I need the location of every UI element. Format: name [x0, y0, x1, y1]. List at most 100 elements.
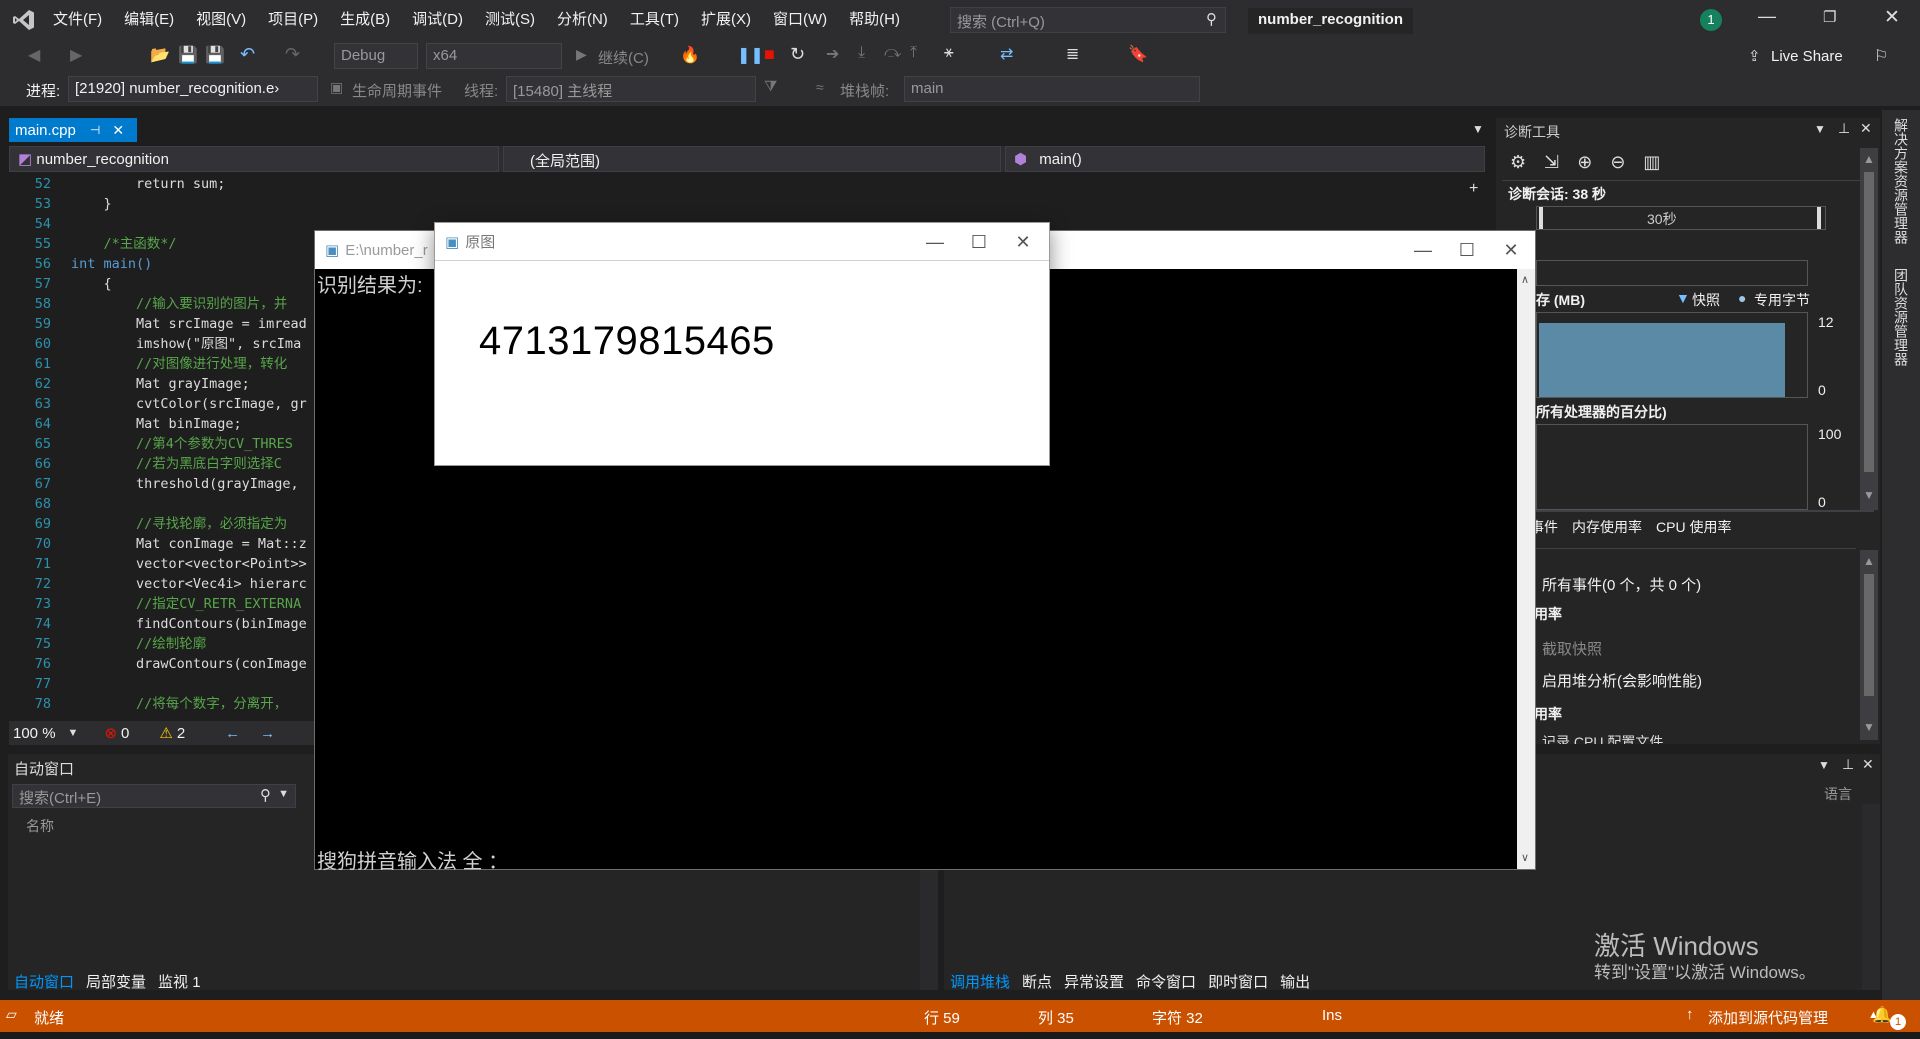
code-line[interactable]: 65 //第4个参数为CV_THRES — [9, 434, 315, 454]
tab-main-cpp[interactable]: main.cpp ⊣ ✕ — [9, 118, 137, 142]
show-next-statement-icon[interactable]: ➔ — [826, 44, 839, 64]
redo-icon[interactable]: ↷ — [285, 44, 300, 65]
tab-command-window[interactable]: 命令窗口 — [1130, 971, 1202, 992]
events-scrollbar[interactable]: ▲ ▼ — [1860, 550, 1878, 740]
search-options-icon[interactable]: ▼ — [278, 788, 289, 800]
code-line[interactable]: 67 threshold(grayImage, — [9, 474, 315, 494]
panel-close-icon[interactable]: ✕ — [1860, 120, 1872, 137]
open-file-icon[interactable]: 📂 — [150, 45, 170, 65]
configuration-select[interactable]: Debug — [334, 43, 418, 69]
notification-badge[interactable]: 1 — [1700, 9, 1722, 31]
console-scrollbar[interactable]: ∧ ∨ — [1517, 269, 1535, 869]
hot-reload-icon[interactable]: 🔥 — [680, 45, 700, 65]
menu-extensions[interactable]: 扩展(X) — [690, 0, 762, 40]
menu-help[interactable]: 帮助(H) — [838, 0, 911, 40]
tab-memory-usage[interactable]: 内存使用率 — [1572, 517, 1642, 537]
tab-call-stack[interactable]: 调用堆栈 — [944, 971, 1016, 992]
forward-icon[interactable]: ▶ — [70, 45, 82, 65]
process-select[interactable]: [21920] number_recognition.e› — [68, 76, 318, 102]
code-line[interactable]: 61 //对图像进行处理，转化 — [9, 354, 315, 374]
code-line[interactable]: 72 vector<Vec4i> hierarc — [9, 574, 315, 594]
panel-close-icon[interactable]: ✕ — [1862, 756, 1874, 773]
menu-debug[interactable]: 调试(D) — [401, 0, 474, 40]
tab-breakpoints[interactable]: 断点 — [1016, 971, 1058, 992]
tab-output[interactable]: 输出 — [1274, 971, 1316, 992]
code-line[interactable]: 62 Mat grayImage; — [9, 374, 315, 394]
zoom-dropdown-icon[interactable]: ▼ — [68, 727, 79, 739]
diagnostics-scrollbar[interactable]: ▲ ▼ — [1860, 148, 1878, 510]
continue-icon[interactable]: ▶ — [576, 46, 587, 63]
zoom-in-icon[interactable]: ⊕ — [1577, 152, 1592, 173]
code-line[interactable]: 53 } — [9, 194, 315, 214]
code-line[interactable]: 74 findContours(binImage — [9, 614, 315, 634]
lifecycle-events-button[interactable]: 生命周期事件 — [352, 80, 442, 101]
console-close-icon[interactable]: ✕ — [1483, 231, 1539, 269]
restore-icon[interactable]: ❐ — [1823, 8, 1836, 26]
code-line[interactable]: 76 drawContours(conImage — [9, 654, 315, 674]
panel-pin-icon[interactable]: ⊥ — [1838, 120, 1850, 137]
hex-display-icon[interactable]: ⚹ — [944, 44, 954, 62]
pin-icon[interactable]: ⊣ — [90, 123, 100, 137]
menu-test[interactable]: 测试(S) — [474, 0, 546, 40]
tab-autos[interactable]: 自动窗口 — [8, 971, 80, 992]
timeline-ruler[interactable]: 30秒 — [1536, 206, 1826, 230]
code-line[interactable]: 69 //寻找轮廓，必须指定为 — [9, 514, 315, 534]
scroll-down-icon[interactable]: ∨ — [1521, 851, 1529, 864]
timeline-end-handle[interactable] — [1817, 207, 1821, 229]
bookmark-icon[interactable]: 🔖 — [1128, 44, 1148, 64]
error-count[interactable]: 0 — [121, 725, 129, 742]
visual-studio-logo-icon[interactable] — [12, 8, 36, 32]
code-line[interactable]: 63 cvtColor(srcImage, gr — [9, 394, 315, 414]
code-line[interactable]: 71 vector<vector<Point>> — [9, 554, 315, 574]
take-snapshot-button[interactable]: 截取快照 — [1542, 638, 1602, 659]
tab-exception-settings[interactable]: 异常设置 — [1058, 971, 1130, 992]
panel-pin-icon[interactable]: ⊥ — [1842, 756, 1854, 773]
step-out-icon[interactable]: ⤒ — [910, 44, 917, 62]
call-stack-scrollbar[interactable] — [1862, 804, 1880, 990]
code-line[interactable]: 78 //将每个数字，分离开， — [9, 694, 315, 714]
tab-immediate-window[interactable]: 即时窗口 — [1202, 971, 1274, 992]
all-events-link[interactable]: 所有事件(0 个，共 0 个) — [1542, 574, 1701, 595]
next-issue-icon[interactable]: → — [260, 725, 275, 742]
menu-tools[interactable]: 工具(T) — [619, 0, 690, 40]
code-line[interactable]: 56 int main() — [9, 254, 315, 274]
tab-watch-1[interactable]: 监视 1 — [152, 971, 207, 992]
image-close-icon[interactable]: ✕ — [995, 223, 1051, 261]
previous-issue-icon[interactable]: ← — [225, 725, 240, 742]
image-window-title-bar[interactable]: ▣ 原图 — ☐ ✕ — [435, 223, 1049, 261]
menu-project[interactable]: 项目(P) — [257, 0, 329, 40]
code-line[interactable]: 60 imshow("原图", srcIma — [9, 334, 315, 354]
code-line[interactable]: 70 Mat conImage = Mat::z — [9, 534, 315, 554]
live-share-icon[interactable]: ⇪ — [1748, 47, 1761, 65]
settings-icon[interactable]: ⚙ — [1510, 152, 1526, 173]
zoom-out-icon[interactable]: ⊖ — [1610, 152, 1625, 173]
thread-select[interactable]: [15480] 主线程 — [506, 76, 756, 102]
code-line[interactable]: 58 //输入要识别的图片，并 — [9, 294, 315, 314]
back-icon[interactable]: ◀ — [28, 45, 40, 65]
record-cpu-profile-button[interactable]: 记录 CPU 配置文件 — [1542, 732, 1663, 744]
code-line[interactable]: 54 — [9, 214, 315, 234]
code-line[interactable]: 64 Mat binImage; — [9, 414, 315, 434]
minimize-icon[interactable]: — — [1758, 6, 1776, 27]
team-explorer-tab[interactable]: 团队资源管理器 — [1891, 268, 1911, 366]
code-line[interactable]: 59 Mat srcImage = imread — [9, 314, 315, 334]
save-all-icon[interactable]: 💾 — [205, 45, 225, 65]
feedback-icon[interactable]: ⚐ — [1874, 46, 1888, 66]
code-line[interactable]: 66 //若为黑底白字则选择C — [9, 454, 315, 474]
memory-chart[interactable] — [1536, 312, 1808, 398]
scroll-down-icon[interactable]: ▼ — [1863, 488, 1875, 502]
zoom-level[interactable]: 100 % — [13, 725, 56, 742]
scroll-thumb[interactable] — [1864, 172, 1874, 472]
autos-search-input[interactable]: 搜索(Ctrl+E) ⚲ ▼ — [12, 784, 296, 808]
stackframe-select[interactable]: main — [904, 76, 1200, 102]
scroll-up-icon[interactable]: ▲ — [1863, 152, 1875, 166]
menu-analyze[interactable]: 分析(N) — [546, 0, 619, 40]
tab-close-icon[interactable]: ✕ — [112, 122, 124, 139]
filter-icon[interactable]: ⧩ — [764, 78, 777, 95]
code-line[interactable]: 52 return sum; — [9, 174, 315, 194]
search-input[interactable]: 搜索 (Ctrl+Q) ⚲ — [950, 7, 1226, 33]
code-line[interactable]: 77 — [9, 674, 315, 694]
enable-heap-profiling-button[interactable]: 启用堆分析(会影响性能) — [1542, 670, 1702, 691]
tab-cpu-usage[interactable]: CPU 使用率 — [1656, 517, 1731, 537]
scope-select[interactable]: (全局范围) — [503, 146, 1001, 172]
